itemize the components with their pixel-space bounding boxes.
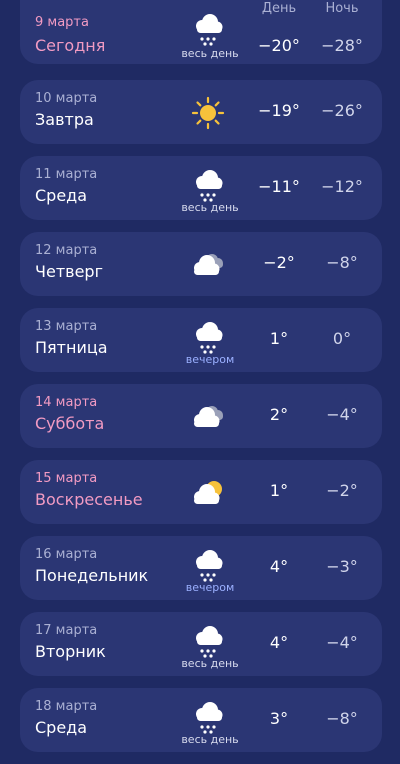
forecast-row[interactable]: 15 марта Воскресенье 1° −2°: [20, 460, 382, 524]
precipitation-note: весь день: [181, 733, 239, 746]
partly-cloudy-icon: [190, 476, 226, 510]
forecast-date: 17 марта: [35, 623, 98, 638]
night-temperature: −26°: [321, 101, 363, 120]
snow-cloud-icon: [190, 548, 226, 582]
forecast-day-name: Воскресенье: [35, 490, 143, 509]
precipitation-note: весь день: [181, 657, 239, 670]
cloudy-icon: [190, 400, 226, 434]
forecast-row[interactable]: 12 марта Четверг −2° −8°: [20, 232, 382, 296]
forecast-day-name: Четверг: [35, 262, 103, 281]
night-temperature: −2°: [326, 481, 358, 500]
forecast-row[interactable]: 11 марта Среда весь день −11° −12°: [20, 156, 382, 220]
forecast-row[interactable]: 17 марта Вторник весь день 4° −4°: [20, 612, 382, 676]
forecast-date: 12 марта: [35, 243, 98, 258]
forecast-row[interactable]: 18 марта Среда весь день 3° −8°: [20, 688, 382, 752]
snow-cloud-icon: [190, 624, 226, 658]
precipitation-note: весь день: [181, 47, 239, 60]
forecast-day-name: Среда: [35, 718, 88, 737]
night-temperature: −8°: [326, 253, 358, 272]
night-temperature: 0°: [332, 329, 352, 348]
day-temperature: −20°: [258, 36, 300, 55]
forecast-date: 14 марта: [35, 395, 98, 410]
forecast-date: 16 марта: [35, 547, 98, 562]
day-temperature: 4°: [269, 557, 289, 576]
snow-cloud-icon: [190, 700, 226, 734]
day-temperature: 3°: [269, 709, 289, 728]
night-column-header: Ночь: [325, 1, 359, 16]
sun-icon: [190, 96, 226, 130]
night-temperature: −12°: [321, 177, 363, 196]
forecast-date: 15 марта: [35, 471, 98, 486]
forecast-day-name: Среда: [35, 186, 88, 205]
forecast-day-name: Пятница: [35, 338, 108, 357]
day-temperature: 2°: [269, 405, 289, 424]
day-temperature: −2°: [263, 253, 295, 272]
night-temperature: −8°: [326, 709, 358, 728]
snow-cloud-icon: [190, 12, 226, 46]
forecast-list: День Ночь 9 марта Сегодня весь день −20°…: [0, 0, 400, 764]
night-temperature: −28°: [321, 36, 363, 55]
night-temperature: −3°: [326, 557, 358, 576]
forecast-row-today[interactable]: День Ночь 9 марта Сегодня весь день −20°…: [20, 0, 382, 64]
forecast-row[interactable]: 16 марта Понедельник вечером 4° −3°: [20, 536, 382, 600]
snow-cloud-icon: [190, 168, 226, 202]
forecast-row[interactable]: 10 марта Завтра −19° −26°: [20, 80, 382, 144]
forecast-day-name: Понедельник: [35, 566, 149, 585]
snow-cloud-icon: [190, 320, 226, 354]
precipitation-note: вечером: [185, 353, 235, 366]
day-temperature: −11°: [258, 177, 300, 196]
cloudy-icon: [190, 248, 226, 282]
day-temperature: 1°: [269, 481, 289, 500]
day-temperature: −19°: [258, 101, 300, 120]
night-temperature: −4°: [326, 405, 358, 424]
night-temperature: −4°: [326, 633, 358, 652]
forecast-day-name: Сегодня: [35, 36, 106, 55]
forecast-date: 13 марта: [35, 319, 98, 334]
forecast-date: 10 марта: [35, 91, 98, 106]
forecast-date: 18 марта: [35, 699, 98, 714]
forecast-day-name: Вторник: [35, 642, 106, 661]
day-temperature: 1°: [269, 329, 289, 348]
forecast-row[interactable]: 13 марта Пятница вечером 1° 0°: [20, 308, 382, 372]
day-column-header: День: [261, 1, 297, 16]
precipitation-note: весь день: [181, 201, 239, 214]
precipitation-note: вечером: [185, 581, 235, 594]
forecast-day-name: Суббота: [35, 414, 105, 433]
forecast-date: 9 марта: [35, 15, 89, 30]
forecast-row[interactable]: 14 марта Суббота 2° −4°: [20, 384, 382, 448]
forecast-day-name: Завтра: [35, 110, 94, 129]
day-temperature: 4°: [269, 633, 289, 652]
forecast-date: 11 марта: [35, 167, 98, 182]
